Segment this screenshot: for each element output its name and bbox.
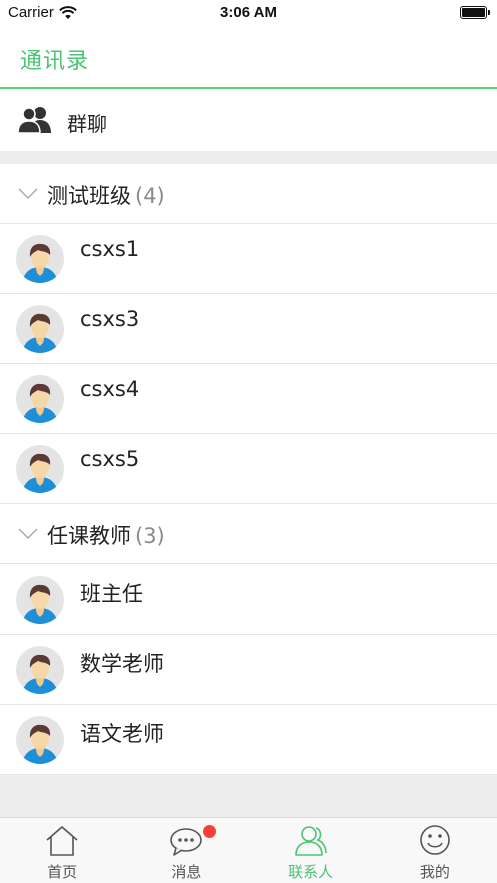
avatar — [16, 375, 64, 423]
contact-row[interactable]: csxs5 — [0, 434, 497, 504]
avatar-person-icon — [22, 453, 58, 493]
group-people-icon — [18, 107, 51, 134]
contact-row[interactable]: 语文老师 — [0, 705, 497, 775]
message-icon — [170, 828, 203, 856]
avatar — [16, 716, 64, 764]
contact-row[interactable]: csxs3 — [0, 294, 497, 364]
tab-contacts[interactable]: 联系人 — [249, 818, 373, 883]
contact-row[interactable]: csxs1 — [0, 224, 497, 294]
section-count: (3) — [135, 524, 165, 548]
section-title-text: 任课教师 — [47, 524, 131, 548]
avatar-person-icon — [22, 654, 58, 694]
battery-icon — [460, 6, 490, 19]
avatar — [16, 305, 64, 353]
avatar-person-icon — [22, 724, 58, 764]
avatar — [16, 445, 64, 493]
tab-contacts-label: 联系人 — [288, 863, 334, 881]
avatar — [16, 576, 64, 624]
avatar-person-icon — [22, 383, 58, 423]
tab-home-label: 首页 — [47, 863, 78, 881]
tab-messages[interactable]: 消息 — [124, 818, 248, 883]
nav-header: 通讯录 — [0, 26, 497, 89]
avatar-person-icon — [22, 584, 58, 624]
contact-row[interactable]: csxs4 — [0, 364, 497, 434]
chevron-down-icon — [18, 528, 38, 540]
group-chat-row[interactable]: 群聊 — [0, 91, 497, 151]
home-icon — [46, 826, 78, 856]
tab-me-label: 我的 — [419, 863, 450, 881]
section-header-class[interactable]: 测试班级 (4) — [0, 164, 497, 224]
contact-name: csxs3 — [80, 307, 140, 331]
status-time: 3:06 AM — [220, 4, 277, 21]
section-title: 任课教师 (3) — [47, 520, 165, 550]
tab-home[interactable]: 首页 — [0, 818, 124, 883]
avatar — [16, 235, 64, 283]
tab-messages-label: 消息 — [171, 863, 202, 881]
contact-name: 班主任 — [80, 582, 143, 606]
list-footer-space — [0, 775, 497, 817]
contact-name: csxs4 — [80, 377, 140, 401]
section-title-text: 测试班级 — [47, 184, 131, 208]
avatar-person-icon — [22, 313, 58, 353]
tab-bar: 首页 消息 联系人 我的 — [0, 817, 497, 883]
contact-name: 语文老师 — [80, 722, 164, 746]
avatar — [16, 646, 64, 694]
contact-row[interactable]: 数学老师 — [0, 635, 497, 705]
tab-me[interactable]: 我的 — [373, 818, 497, 883]
contact-name: csxs5 — [80, 447, 140, 471]
status-bar: Carrier 3:06 AM — [0, 0, 497, 26]
contact-name: 数学老师 — [80, 652, 164, 676]
section-count: (4) — [135, 184, 165, 208]
chevron-down-icon — [18, 188, 38, 200]
avatar-person-icon — [22, 243, 58, 283]
section-divider — [0, 151, 497, 164]
smile-icon — [420, 825, 450, 855]
section-title: 测试班级 (4) — [47, 180, 165, 210]
page-title: 通讯录 — [20, 49, 90, 74]
unread-badge — [203, 825, 217, 838]
group-chat-label: 群聊 — [67, 112, 107, 136]
contacts-icon — [294, 826, 327, 856]
section-header-teachers[interactable]: 任课教师 (3) — [0, 504, 497, 564]
contact-name: csxs1 — [80, 237, 140, 261]
contact-row[interactable]: 班主任 — [0, 565, 497, 635]
